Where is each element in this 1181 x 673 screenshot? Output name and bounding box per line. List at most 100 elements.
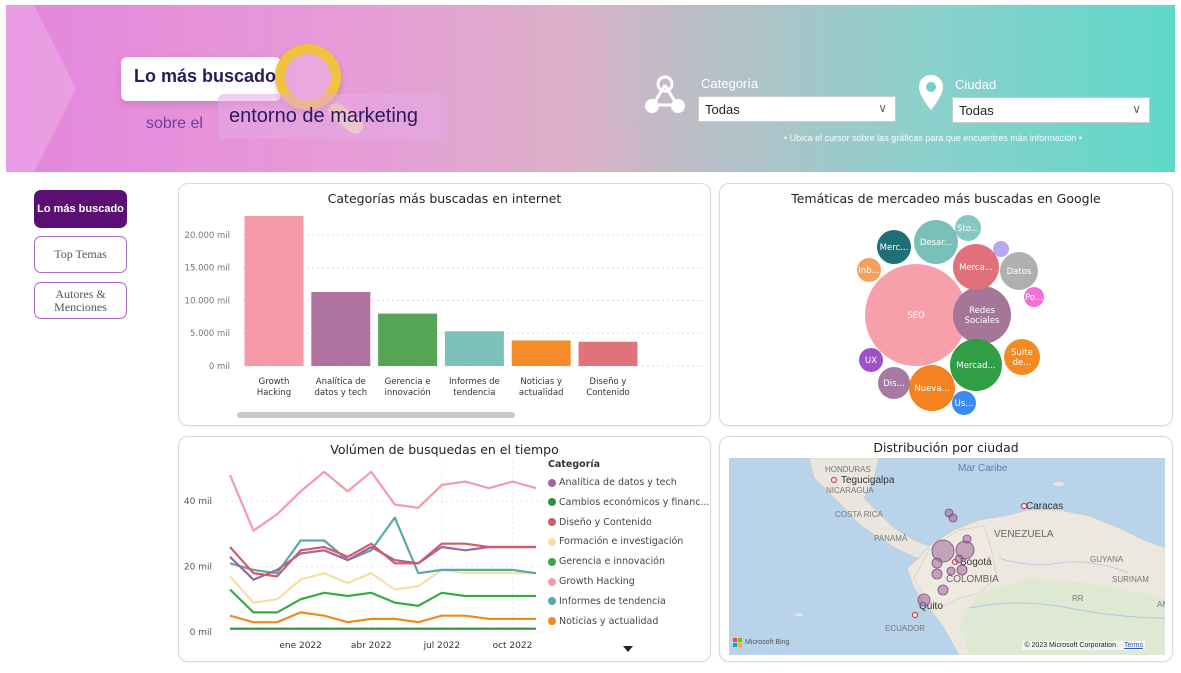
categoria-label: Categoría <box>701 76 759 91</box>
logo-sub-prefix: sobre el <box>146 115 203 132</box>
ciudad-dropdown[interactable]: Todas ∨ <box>952 97 1150 123</box>
topic-bubble-label: Inb... <box>858 266 879 276</box>
logo-sub-main: entorno de marketing <box>229 105 419 127</box>
legend-item[interactable]: Analítica de datos y tech <box>548 477 677 488</box>
nav-lo-mas-buscado[interactable]: Lo más buscado <box>34 190 127 228</box>
city-bubble[interactable] <box>948 513 958 523</box>
topic-bubble-label: Nueva... <box>914 384 949 394</box>
city-bubble[interactable] <box>931 568 943 580</box>
terms-link[interactable]: Terms <box>1124 642 1143 649</box>
legend-dot-icon <box>548 597 556 606</box>
line-xtick-label: jul 2022 <box>423 641 460 651</box>
legend-label: Informes de tendencia <box>559 595 666 607</box>
bar-chart: 0 mil 5.000 mil 10.000 mil 15.000 mil 20.000… <box>185 216 703 418</box>
bar[interactable] <box>578 341 638 366</box>
capital-marker-quito <box>911 611 919 619</box>
legend-item[interactable]: Noticias y actualidad <box>548 616 658 627</box>
bar-category-label: Informes de <box>449 377 500 387</box>
legend-item[interactable]: Growth Hacking <box>548 576 635 587</box>
nav-top-temas[interactable]: Top Temas <box>34 236 127 273</box>
bar[interactable] <box>511 340 571 366</box>
topic-bubble-label: Sto... <box>957 224 979 234</box>
capital-marker-caracas <box>1020 502 1028 510</box>
bar-category-label: Gerencia e <box>385 377 431 387</box>
categoria-dropdown[interactable]: Todas ∨ <box>698 96 896 122</box>
line-series[interactable] <box>229 545 536 581</box>
legend-dot-icon <box>548 557 556 566</box>
legend-dot-icon <box>548 617 556 626</box>
legend-item[interactable]: Cambios económicos y financ... <box>548 497 710 508</box>
line-series[interactable] <box>229 611 536 624</box>
legend-item[interactable]: Formación e investigación <box>548 536 683 547</box>
bar-category-label: Growth <box>259 377 290 387</box>
bar[interactable] <box>378 313 438 366</box>
legend-item[interactable]: Diseño y Contenido <box>548 517 652 528</box>
topic-bubble-label: Dis... <box>883 379 904 389</box>
legend-dot-icon <box>548 577 556 586</box>
bar-category-label: Contenido <box>586 388 629 398</box>
map-copyright: © 2023 Microsoft Corporation Terms <box>1022 641 1145 650</box>
topic-bubble[interactable] <box>993 241 1009 257</box>
topic-bubble-label: de... <box>1013 358 1032 368</box>
bar-ytick-label: 20.000 mil <box>185 231 230 241</box>
city-bubble[interactable] <box>917 593 931 607</box>
line-ytick-label: 40 mil <box>184 497 212 507</box>
bar-ytick-label: 10.000 mil <box>185 296 230 306</box>
line-chart: 0 mil 20 mil 40 mil ene 2022 abr 2022 jul 202… <box>184 462 633 652</box>
bar-category-label: innovación <box>384 387 430 398</box>
legend-scroll-down-icon[interactable] <box>623 646 633 652</box>
legend-item[interactable]: Informes de tendencia <box>548 596 666 607</box>
city-map[interactable]: HONDURAS Tegucigalpa NICARAGUA Mar Carib… <box>729 458 1165 655</box>
city-bubble[interactable] <box>962 534 972 544</box>
bubble-chart: SEO RedesSociales Mercad... Nueva... Desar..… <box>857 215 1044 415</box>
city-bubble[interactable] <box>956 564 968 576</box>
dashboard: Lo más buscado sobre el entorno de marke… <box>0 0 1181 673</box>
city-bubble[interactable] <box>931 557 943 569</box>
ciudad-label: Ciudad <box>955 77 997 92</box>
chart-scrollbar[interactable] <box>237 412 515 418</box>
topic-bubble-label: Suite <box>1011 348 1033 358</box>
city-bubble[interactable] <box>937 584 949 596</box>
bar[interactable] <box>244 216 304 366</box>
line-series[interactable] <box>228 470 537 532</box>
legend-label: Gerencia e innovación <box>559 556 665 568</box>
line-series[interactable] <box>229 516 537 575</box>
bar-ytick-label: 15.000 mil <box>185 264 230 274</box>
nav-autores-menciones[interactable]: Autores & Menciones <box>34 282 127 319</box>
category-network-icon <box>645 75 685 113</box>
categoria-value: Todas <box>705 101 740 117</box>
legend-dot-icon <box>548 498 556 507</box>
bar-category-label: Noticias y <box>520 377 562 387</box>
legend-dot-icon <box>548 478 556 487</box>
bar-category-label: Hacking <box>257 388 291 398</box>
bar[interactable] <box>311 291 371 366</box>
topic-bubble-label: UX <box>865 356 877 366</box>
bar-ytick-label: 0 mil <box>209 362 230 372</box>
bar-category-label: Diseño y <box>590 377 627 387</box>
capital-marker-tegucigalpa <box>830 476 838 484</box>
topic-bubble-label: Desar... <box>920 238 952 248</box>
line-xtick-label: ene 2022 <box>279 641 322 651</box>
legend-label: Analítica de datos y tech <box>559 477 677 488</box>
topic-bubble-label: SEO <box>907 311 925 321</box>
topic-bubble-label: Redes <box>969 306 995 316</box>
ciudad-value: Todas <box>959 102 994 118</box>
topic-bubble-label: Po... <box>1025 293 1043 303</box>
topic-bubble-label: Datos <box>1007 267 1032 277</box>
legend-label: Diseño y Contenido <box>559 516 652 528</box>
bar-ytick-label: 5.000 mil <box>190 329 230 339</box>
legend-label: Growth Hacking <box>559 576 635 587</box>
city-bubble[interactable] <box>954 554 964 564</box>
bar-category-label: Analítica de <box>316 377 366 387</box>
map-points <box>830 476 1028 619</box>
line-ytick-label: 0 mil <box>190 628 212 638</box>
map-title: Distribución por ciudad <box>873 440 1019 455</box>
bar-category-label: tendencia <box>453 388 495 398</box>
legend-label: Cambios económicos y financ... <box>559 496 710 508</box>
location-pin-icon <box>919 75 943 110</box>
legend-item[interactable]: Gerencia e innovación <box>548 556 665 567</box>
line-series[interactable] <box>229 588 536 614</box>
topic-bubble-label: Mercad... <box>956 361 995 371</box>
city-bubble[interactable] <box>946 566 956 576</box>
bar[interactable] <box>444 331 504 366</box>
